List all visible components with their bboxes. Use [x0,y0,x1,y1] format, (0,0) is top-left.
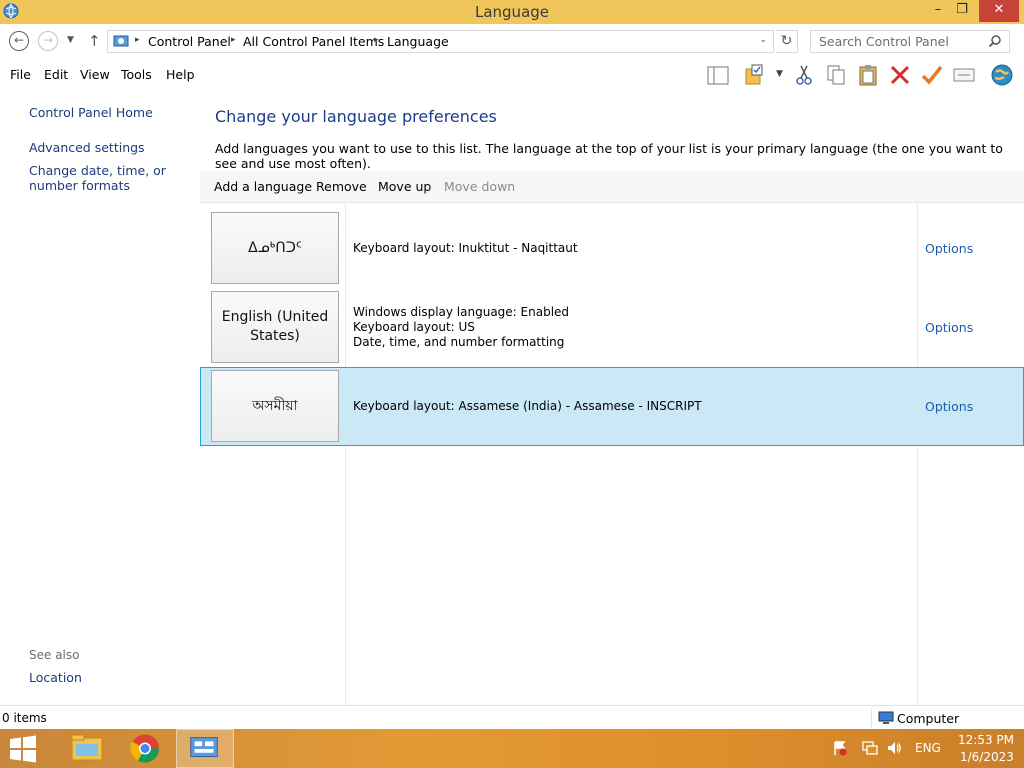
menu-help[interactable]: Help [166,67,195,82]
language-tile[interactable]: English (United States) [211,291,339,363]
volume-icon[interactable] [886,740,902,756]
menu-edit[interactable]: Edit [44,67,68,82]
layout-pane-icon[interactable] [706,63,730,87]
menu-bar: File Edit View Tools Help ▼ [0,59,1024,91]
refresh-button[interactable]: ↻ [776,30,798,53]
control-panel-icon [113,35,129,47]
input-language-indicator[interactable]: ENG [915,741,941,755]
taskbar: ENG 12:53 PM 1/6/2023 [0,729,1024,768]
language-info: Keyboard layout: Assamese (India) - Assa… [353,399,702,414]
checkmark-icon[interactable] [920,63,944,87]
chrome-taskbar-button[interactable] [116,729,174,768]
cut-icon[interactable] [792,63,816,87]
folder-icon [71,734,103,761]
language-tile[interactable]: অসমীয়া [211,370,339,442]
page-title: Change your language preferences [215,107,497,126]
breadcrumb-control-panel[interactable]: Control Panel [148,34,231,49]
control-panel-icon [190,737,218,758]
breadcrumb-separator-icon[interactable]: ▸ [231,35,236,45]
breadcrumb-separator-icon[interactable]: ▸ [135,35,140,45]
globe-icon[interactable] [990,63,1014,87]
keyboard-layout-text: Keyboard layout: US [353,320,475,334]
move-up-button[interactable]: Move up [378,179,431,194]
menu-file[interactable]: File [10,67,31,82]
action-center-flag-icon[interactable] [832,740,848,756]
language-row-assamese[interactable]: অসমীয়া Keyboard layout: Assamese (India… [200,367,1024,446]
menu-tools[interactable]: Tools [121,67,152,82]
breadcrumb-language[interactable]: Language [387,34,449,49]
location-link[interactable]: Location [29,670,82,685]
windows-start-icon[interactable] [8,735,38,763]
keyboard-layout-text: Keyboard layout: Inuktitut - Naqittaut [353,241,578,255]
language-row-inuktitut[interactable]: ᐃᓄᒃᑎᑐᑦ Keyboard layout: Inuktitut - Naqi… [200,210,1024,289]
chrome-icon [130,734,159,763]
advanced-settings-link[interactable]: Advanced settings [29,140,145,155]
title-bar: Language – ❐ ✕ [0,0,1024,24]
copy-icon[interactable] [824,63,848,87]
folder-options-icon[interactable] [744,63,768,87]
display-language-text: Windows display language: Enabled [353,305,570,319]
language-info: Windows display language: Enabled Keyboa… [353,305,569,350]
forward-button[interactable]: → [38,31,58,51]
options-link[interactable]: Options [925,320,973,335]
add-language-button[interactable]: Add a language [214,179,312,194]
file-explorer-taskbar-button[interactable] [58,729,116,768]
options-link[interactable]: Options [925,241,973,256]
control-panel-taskbar-button[interactable] [176,729,234,768]
remove-button[interactable]: Remove [316,179,367,194]
network-icon[interactable] [862,740,878,756]
search-icon[interactable] [988,34,1002,48]
options-link[interactable]: Options [925,399,973,414]
up-arrow-icon[interactable]: ↑ [88,32,101,50]
control-panel-home-link[interactable]: Control Panel Home [29,105,153,120]
breadcrumb-separator-icon[interactable]: ▸ [374,35,379,45]
computer-icon [878,711,894,724]
item-count: 0 items [2,711,47,725]
address-row: ← → ▼ ↑ ▸ Control Panel ▸ All Control Pa… [0,24,1024,59]
see-also-heading: See also [29,648,80,662]
page-description: Add languages you want to use to this li… [215,141,1003,171]
address-bar[interactable]: ▸ Control Panel ▸ All Control Panel Item… [107,30,774,53]
recent-locations-chevron-icon[interactable]: ▼ [67,35,74,45]
back-button[interactable]: ← [9,31,29,51]
keyboard-layout-text: Keyboard layout: Assamese (India) - Assa… [353,399,702,413]
close-button[interactable]: ✕ [979,0,1019,22]
left-pane: Control Panel Home Advanced settings Cha… [0,91,200,705]
window-title: Language [474,3,550,21]
address-dropdown-icon[interactable]: ⌄ [759,35,767,45]
paste-icon[interactable] [856,63,880,87]
breadcrumb-all-items[interactable]: All Control Panel Items [243,34,384,49]
command-bar: Add a language Remove Move up Move down [200,171,1024,203]
change-date-time-formats-link[interactable]: Change date, time, or number formats [29,163,199,193]
language-tile[interactable]: ᐃᓄᒃᑎᑐᑦ [211,212,339,284]
search-input[interactable] [810,30,1010,53]
language-info: Keyboard layout: Inuktitut - Naqittaut [353,241,578,256]
language-row-english[interactable]: English (United States) Windows display … [200,289,1024,368]
formatting-text: Date, time, and number formatting [353,335,565,349]
maximize-button[interactable]: ❐ [948,0,976,22]
status-location: Computer [897,711,960,726]
delete-icon[interactable] [888,63,912,87]
status-bar: 0 items Computer [0,705,1024,729]
status-divider [871,709,872,727]
clock-time[interactable]: 12:53 PM [958,733,1014,747]
folder-options-dropdown-icon[interactable]: ▼ [776,69,783,79]
menu-view[interactable]: View [80,67,110,82]
properties-icon[interactable] [952,63,976,87]
move-down-button[interactable]: Move down [444,179,515,194]
clock-date[interactable]: 1/6/2023 [960,750,1014,764]
